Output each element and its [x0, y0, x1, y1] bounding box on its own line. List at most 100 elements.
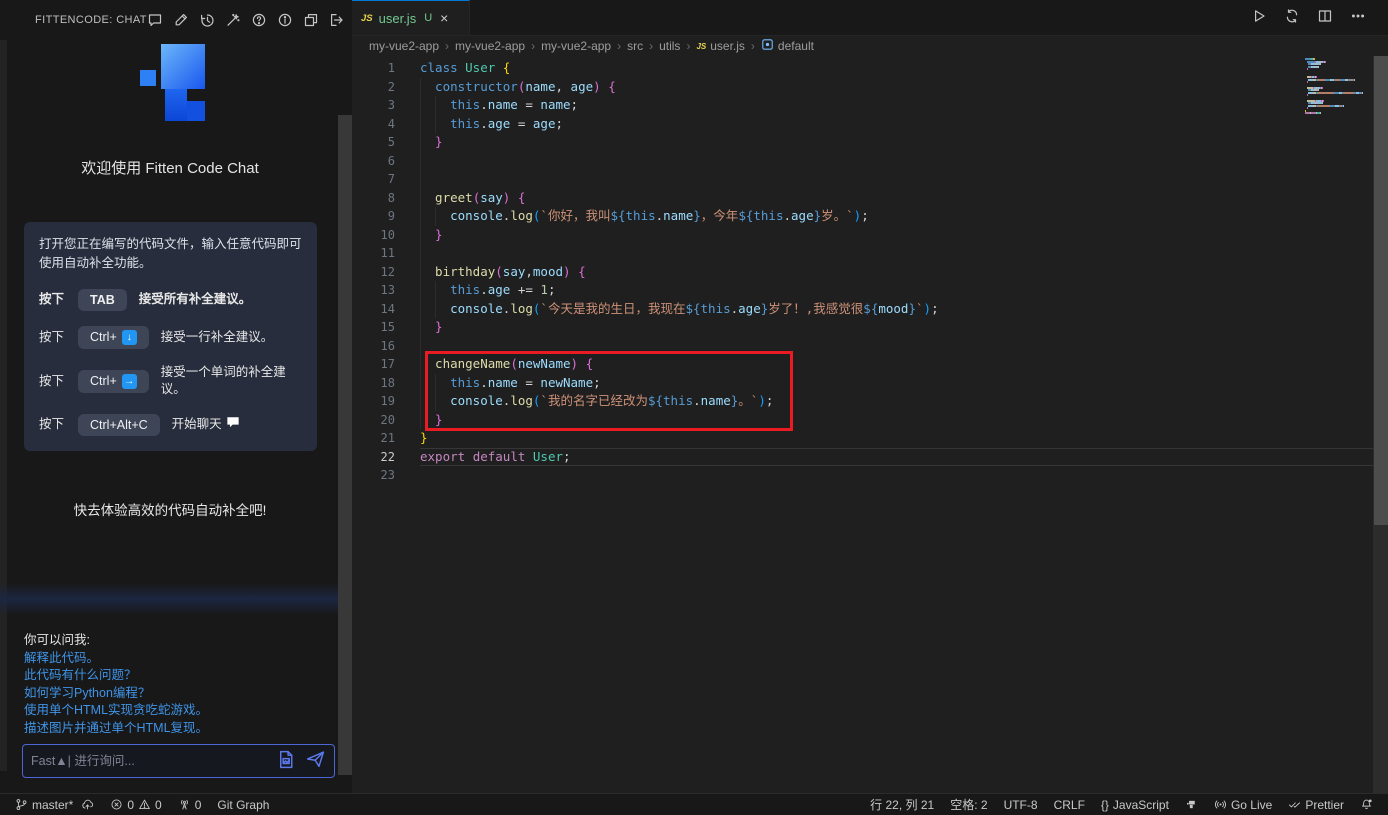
indent-guide: [435, 300, 450, 319]
token-pln: [578, 356, 586, 371]
token-b2: }: [435, 319, 443, 334]
breadcrumb-label: utils: [659, 39, 680, 53]
editor-scrollbar-slider[interactable]: [1374, 56, 1388, 525]
comment-icon[interactable]: [147, 12, 164, 29]
token-b3: ): [758, 393, 766, 408]
window-restore-icon[interactable]: [303, 12, 320, 29]
breadcrumb-item-src[interactable]: src: [627, 39, 643, 53]
code-line-6: 6: [352, 152, 1388, 171]
statusbar-cursor-position[interactable]: 行 22, 列 21: [865, 794, 939, 815]
sidebar-scrollbar-slider[interactable]: [338, 115, 352, 775]
statusbar-problems[interactable]: 0 0: [105, 794, 166, 815]
tab-userjs[interactable]: JS user.js U ×: [352, 0, 470, 35]
breadcrumb-label: my-vue2-app: [369, 39, 439, 53]
statusbar-eol[interactable]: CRLF: [1049, 794, 1090, 815]
line-number: 10: [352, 226, 395, 245]
indent-guide: [420, 133, 435, 152]
token-pln: .: [693, 393, 701, 408]
suggested-question-5[interactable]: 描述图片并通过单个HTML复现。: [24, 720, 208, 738]
statusbar-language[interactable]: {} JavaScript: [1096, 794, 1174, 815]
statusbar-indentation[interactable]: 空格: 2: [945, 794, 992, 815]
shortcut-description: 接受一行补全建议。: [161, 329, 274, 347]
statusbar-git-graph[interactable]: Git Graph: [212, 794, 274, 815]
braces-icon: {}: [1101, 798, 1109, 812]
minimap-token: [1318, 66, 1319, 68]
token-var: console: [450, 208, 503, 223]
indent-guide: [420, 263, 435, 282]
sidebar-scrollbar[interactable]: [338, 115, 352, 775]
statusbar-fitten-icon[interactable]: [1180, 794, 1203, 815]
token-var: age: [488, 116, 511, 131]
run-icon[interactable]: [1251, 8, 1267, 27]
more-icon[interactable]: [1350, 8, 1366, 27]
line-number: 14: [352, 300, 395, 319]
token-pln: ,: [525, 264, 533, 279]
suggested-question-3[interactable]: 如何学习Python编程？: [24, 685, 208, 703]
shortcut-description-text: 开始聊天: [172, 416, 222, 434]
logo-block-3: [187, 101, 205, 121]
magic-wand-icon[interactable]: [225, 12, 242, 29]
breadcrumb-item-my-vue2-app[interactable]: my-vue2-app: [369, 39, 439, 53]
statusbar-notifications[interactable]: [1355, 794, 1378, 815]
statusbar-go-live[interactable]: Go Live: [1209, 794, 1277, 815]
breadcrumb-item-my-vue2-app[interactable]: my-vue2-app: [455, 39, 525, 53]
chat-input-container: [22, 744, 335, 778]
token-pln: ;: [548, 282, 556, 297]
statusbar-ports[interactable]: 0: [173, 794, 207, 815]
line-number: 3: [352, 96, 395, 115]
attach-image-icon[interactable]: [276, 749, 297, 773]
breadcrumb-item-default[interactable]: default: [761, 38, 814, 54]
line-content: console.log(`你好，我叫${this.name}，今年${this.…: [420, 207, 1388, 226]
indent-guide: [420, 78, 435, 97]
fitten-chat-sidebar: FITTENCODE: CHAT 欢迎使用 Fitten Code Chat 打…: [0, 0, 352, 793]
token-b2: }: [435, 412, 443, 427]
code-line-5: 5}: [352, 133, 1388, 152]
help-icon[interactable]: [251, 12, 268, 29]
sidebar-edge-strip: [0, 0, 7, 771]
line-content: this.name = name;: [420, 96, 1388, 115]
token-kw: this: [450, 116, 480, 131]
breadcrumb-item-user.js[interactable]: JSuser.js: [696, 39, 744, 53]
token-tpl: }: [693, 208, 701, 223]
history-icon[interactable]: [199, 12, 216, 29]
statusbar-prettier[interactable]: Prettier: [1283, 794, 1349, 815]
arrow-right-icon: →: [122, 374, 137, 389]
indent-guide: [420, 392, 435, 411]
indent-guide: [420, 411, 435, 430]
sign-out-icon[interactable]: [329, 12, 346, 29]
indent-guide: [435, 374, 450, 393]
statusbar-encoding[interactable]: UTF-8: [999, 794, 1043, 815]
tab-close-icon[interactable]: ×: [440, 11, 448, 25]
edit-icon[interactable]: [173, 12, 190, 29]
token-kw: this: [450, 375, 480, 390]
error-count: 0: [127, 798, 134, 812]
token-tpl: ${: [648, 393, 663, 408]
statusbar-branch[interactable]: master*: [10, 794, 99, 815]
breadcrumb-item-my-vue2-app[interactable]: my-vue2-app: [541, 39, 611, 53]
shortcuts-card: 打开您正在编写的代码文件，输入任意代码即可使用自动补全功能。 按下TAB接受所有…: [24, 222, 317, 451]
token-b2: ): [563, 264, 571, 279]
token-pln: [465, 449, 473, 464]
token-var: age: [791, 208, 814, 223]
double-check-icon: [1288, 798, 1301, 811]
token-kw: this: [753, 208, 783, 223]
token-pln: ,: [555, 79, 570, 94]
chat-input[interactable]: [31, 754, 276, 768]
suggested-question-2[interactable]: 此代码有什么问题？: [24, 667, 208, 685]
split-editor-icon[interactable]: [1317, 8, 1333, 27]
send-icon[interactable]: [305, 749, 326, 773]
open-changes-icon[interactable]: [1284, 8, 1300, 27]
editor-scrollbar[interactable]: [1373, 56, 1388, 793]
suggested-question-1[interactable]: 解释此代码。: [24, 650, 208, 668]
suggested-question-4[interactable]: 使用单个HTML实现贪吃蛇游戏。: [24, 702, 208, 720]
line-number: 23: [352, 466, 395, 485]
breadcrumb-item-utils[interactable]: utils: [659, 39, 680, 53]
token-fn: birthday: [435, 264, 495, 279]
info-icon[interactable]: [277, 12, 294, 29]
tab-git-status-badge: U: [424, 12, 432, 24]
line-content: [420, 170, 1388, 189]
code-lines: 1class User {2constructor(name, age) {3t…: [352, 59, 1388, 485]
token-pln: +=: [510, 282, 540, 297]
key-badge: TAB: [78, 289, 127, 311]
minimap[interactable]: [1305, 58, 1369, 118]
